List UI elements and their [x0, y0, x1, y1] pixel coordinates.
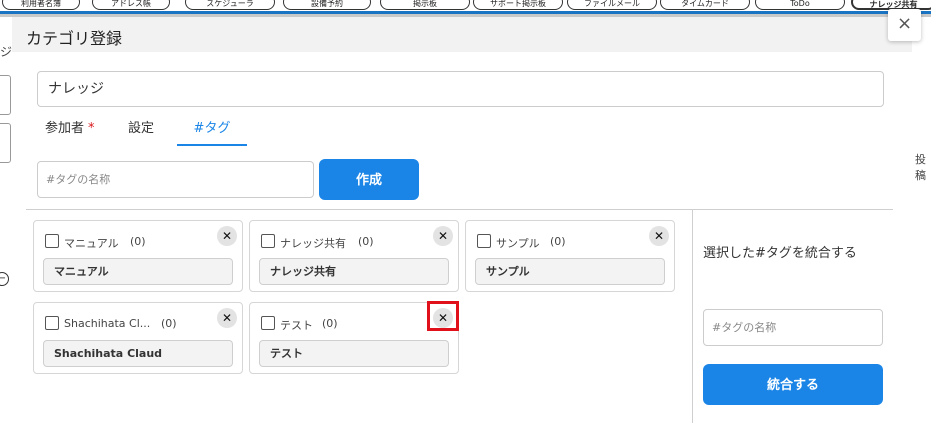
tag-label: テスト [280, 319, 313, 332]
nav-tab-address-book[interactable]: アドレス帳 [92, 0, 170, 10]
tag-select-checkbox[interactable] [477, 234, 491, 248]
tag-name-field[interactable]: テスト [259, 340, 449, 367]
delete-tag-icon[interactable]: ✕ [217, 308, 237, 328]
tab-settings[interactable]: 設定 [128, 118, 154, 146]
tab-tags[interactable]: #タグ [177, 118, 247, 146]
merge-title: 選択した#タグを統合する [703, 246, 857, 261]
tag-label: Shachihata Cl... [64, 317, 151, 330]
highlight-box [427, 301, 459, 331]
tag-name-field[interactable]: ナレッジ共有 [259, 258, 449, 285]
delete-tag-icon[interactable]: ✕ [649, 226, 669, 246]
tag-label: マニュアル [64, 237, 119, 250]
tag-select-checkbox[interactable] [45, 234, 59, 248]
delete-tag-icon[interactable]: ✕ [433, 226, 453, 246]
section-divider [26, 209, 893, 210]
tag-select-checkbox[interactable] [261, 234, 275, 248]
tag-select-checkbox[interactable] [261, 316, 275, 330]
merge-tag-name-input[interactable] [703, 309, 883, 346]
tag-name-field[interactable]: Shachihata Claud [43, 340, 233, 367]
tag-card: サンプル (0) ✕ サンプル [465, 220, 675, 292]
app-top-nav: 利用者名簿 アドレス帳 スケジューラ 設備予約 掲示板 サポート掲示板 ファイル… [0, 0, 931, 14]
delete-tag-icon[interactable]: ✕ [217, 226, 237, 246]
required-mark: * [88, 121, 95, 136]
tag-name-field[interactable]: サンプル [475, 258, 665, 285]
modal-header: カテゴリ登録 [12, 17, 912, 52]
background-box-1 [0, 75, 11, 115]
category-register-modal: カテゴリ登録 ナレッジ 参加者* 設定 #タグ 作成 マニュアル (0) ✕ マ… [12, 17, 912, 423]
nav-tab-user-directory[interactable]: 利用者名簿 [2, 0, 80, 10]
tag-count: (0) [130, 235, 146, 248]
nav-tab-facility-booking[interactable]: 設備予約 [283, 0, 371, 10]
tag-count: (0) [550, 235, 566, 248]
modal-title: カテゴリ登録 [26, 29, 123, 48]
nav-tab-scheduler[interactable]: スケジューラ [185, 0, 275, 10]
tag-count: (0) [322, 317, 338, 330]
nav-tab-file-mail[interactable]: ファイルメール [567, 0, 657, 10]
tab-participants[interactable]: 参加者 * [45, 118, 95, 146]
tag-count: (0) [161, 317, 177, 330]
background-left-text: ジ [0, 45, 13, 59]
nav-tab-todo[interactable]: ToDo [755, 0, 845, 10]
background-right-panel: 投稿 [912, 17, 931, 423]
tab-participants-label: 参加者 [45, 121, 85, 136]
tag-count: (0) [358, 235, 374, 248]
tag-name-input[interactable] [37, 161, 314, 198]
nav-tab-time-card[interactable]: タイムカード [660, 0, 750, 10]
tag-card: ナレッジ共有 (0) ✕ ナレッジ共有 [249, 220, 459, 292]
tag-select-checkbox[interactable] [45, 316, 59, 330]
close-modal-button[interactable]: × [888, 9, 921, 41]
create-tag-button[interactable]: 作成 [319, 159, 419, 200]
tag-label: ナレッジ共有 [280, 237, 346, 250]
close-icon: × [896, 13, 913, 34]
tag-label: サンプル [496, 237, 540, 250]
nav-tab-support-board[interactable]: サポート掲示板 [473, 0, 563, 10]
tag-card: マニュアル (0) ✕ マニュアル [33, 220, 243, 292]
category-name-input[interactable]: ナレッジ [37, 71, 884, 107]
tag-card: Shachihata Cl... (0) ✕ Shachihata Claud [33, 302, 243, 374]
merge-tags-button[interactable]: 統合する [703, 364, 883, 405]
background-box-2 [0, 123, 11, 163]
merge-panel-divider [692, 209, 693, 423]
tag-name-field[interactable]: マニュアル [43, 258, 233, 285]
nav-tab-bulletin-board[interactable]: 掲示板 [380, 0, 470, 10]
background-right-text: 投稿 [915, 153, 926, 182]
